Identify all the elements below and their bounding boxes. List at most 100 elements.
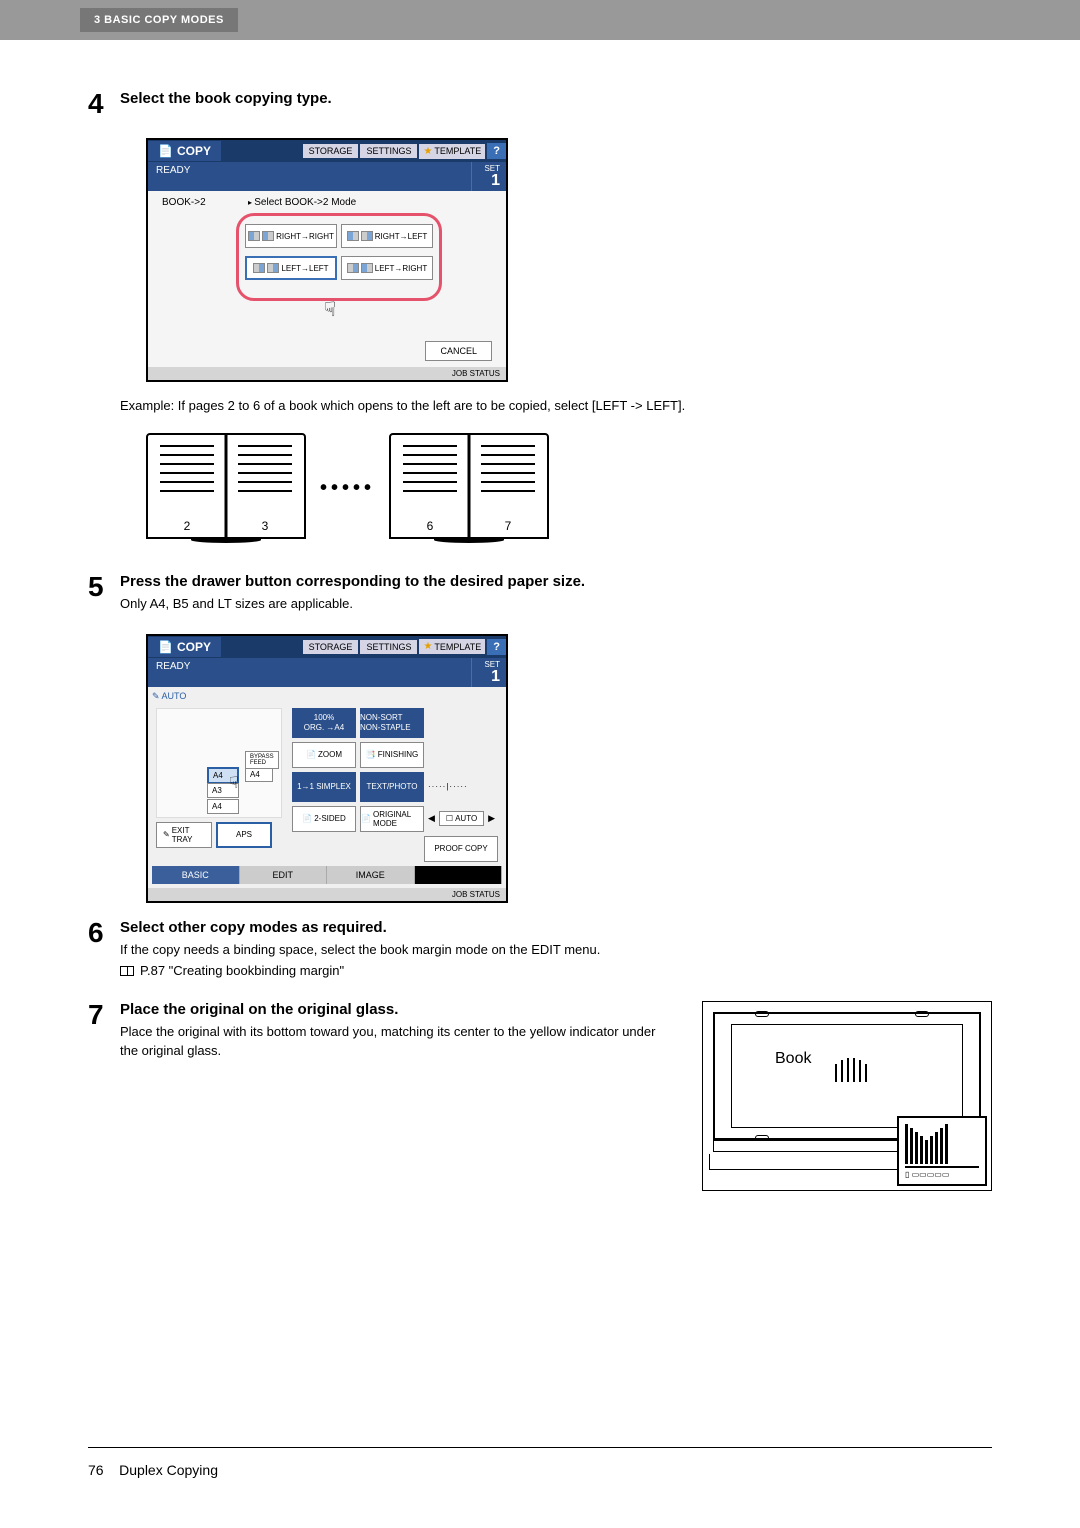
- step-4-number: 4: [88, 90, 120, 118]
- footer: 76 Duplex Copying: [88, 1462, 218, 1478]
- left-left-label: LEFT→LEFT: [281, 264, 328, 273]
- help-button[interactable]: ?: [487, 639, 506, 655]
- step-5-number: 5: [88, 573, 120, 614]
- template-button[interactable]: ★TEMPLATE: [419, 144, 485, 159]
- tab-edit[interactable]: EDIT: [240, 866, 328, 884]
- star-icon: ★: [423, 641, 432, 652]
- copy-tab-label: COPY: [177, 144, 211, 158]
- printer-diagram: A4 A3 A4 A4 BYPASS FEED ☟: [156, 708, 282, 818]
- step-4: 4 Select the book copying type.: [88, 90, 992, 118]
- copy-icon: 📄: [158, 640, 173, 654]
- right-right-button[interactable]: RIGHT→RIGHT: [245, 224, 337, 248]
- mode-highlight: RIGHT→RIGHT RIGHT→LEFT LEFT→LEFT LEFT→RI…: [236, 213, 442, 301]
- help-button[interactable]: ?: [487, 143, 506, 159]
- page-number: 76: [88, 1462, 104, 1478]
- set-counter: SET 1: [471, 658, 506, 687]
- ellipsis-icon: •••••: [320, 477, 375, 500]
- copy-tab[interactable]: 📄 COPY: [148, 141, 221, 161]
- example-text: Example: If pages 2 to 6 of a book which…: [120, 398, 992, 413]
- cancel-button[interactable]: CANCEL: [425, 341, 492, 361]
- copy-icon: 📄: [158, 144, 173, 158]
- two-sided-button[interactable]: 📄 2-SIDED: [292, 806, 356, 832]
- storage-button[interactable]: STORAGE: [303, 640, 359, 654]
- set-number: 1: [478, 173, 500, 189]
- copy-panel-2: 📄 COPY STORAGE SETTINGS ★TEMPLATE ? READ…: [146, 634, 508, 903]
- step-7-title: Place the original on the original glass…: [120, 1001, 672, 1018]
- original-glass-diagram: Book: [702, 1001, 992, 1191]
- cursor-hand-icon: ☟: [324, 297, 336, 322]
- drawer-a4r-button[interactable]: A4: [245, 767, 273, 782]
- aps-button[interactable]: APS: [216, 822, 272, 848]
- step-6-ref-text: P.87 "Creating bookbinding margin": [140, 961, 344, 981]
- simplex-info-tile: 1→1 SIMPLEX: [292, 772, 356, 802]
- mode-label: BOOK->2: [162, 197, 206, 208]
- job-status-button[interactable]: JOB STATUS: [148, 888, 506, 901]
- book-icon: [361, 231, 373, 241]
- tab-basic[interactable]: BASIC: [152, 866, 240, 884]
- left-right-button[interactable]: LEFT→RIGHT: [341, 256, 433, 280]
- job-status-button[interactable]: JOB STATUS: [148, 367, 506, 380]
- drawer-a4b-button[interactable]: A4: [207, 799, 239, 814]
- zoom-info-tile: 100%ORG. →A4: [292, 708, 356, 738]
- template-label: TEMPLATE: [434, 642, 481, 652]
- chapter-label: 3 BASIC COPY MODES: [80, 8, 238, 32]
- arrow-left-icon[interactable]: ◀: [428, 813, 435, 824]
- storage-button[interactable]: STORAGE: [303, 144, 359, 158]
- book-diagram: 2 3 ••••• 6: [146, 433, 992, 543]
- step-5-title: Press the drawer button corresponding to…: [120, 573, 992, 590]
- auto-density-button[interactable]: ☐ AUTO: [439, 811, 484, 826]
- proof-copy-button[interactable]: PROOF COPY: [424, 836, 498, 862]
- book-icon: [347, 231, 359, 241]
- step-6-subtext: If the copy needs a binding space, selec…: [120, 940, 992, 960]
- finishing-button[interactable]: 📑 FINISHING: [360, 742, 424, 768]
- star-icon: ★: [423, 146, 432, 157]
- book-icon: [361, 263, 373, 273]
- step-5: 5 Press the drawer button corresponding …: [88, 573, 992, 614]
- right-left-label: RIGHT→LEFT: [375, 232, 427, 241]
- tab-image[interactable]: IMAGE: [327, 866, 415, 884]
- step-7-number: 7: [88, 1001, 120, 1191]
- footer-divider: [88, 1447, 992, 1448]
- density-track: ·····|·····: [428, 782, 468, 791]
- step-7: 7 Place the original on the original gla…: [88, 1001, 992, 1191]
- zoom-button[interactable]: 📄 ZOOM: [292, 742, 356, 768]
- right-left-button[interactable]: RIGHT→LEFT: [341, 224, 433, 248]
- template-button[interactable]: ★TEMPLATE: [419, 639, 485, 654]
- sort-info-tile: NON-SORT NON-STAPLE: [360, 708, 424, 738]
- step-6-reference: P.87 "Creating bookbinding margin": [120, 961, 992, 981]
- step-4-title: Select the book copying type.: [120, 90, 992, 107]
- arrow-right-icon[interactable]: ▶: [488, 813, 495, 824]
- page-number: 2: [160, 519, 214, 533]
- step-6-number: 6: [88, 919, 120, 981]
- mode-prompt: Select BOOK->2 Mode: [248, 197, 356, 208]
- left-left-button[interactable]: LEFT→LEFT: [245, 256, 337, 280]
- book-ref-icon: [120, 966, 134, 976]
- auto-color-label: ✎ AUTO: [152, 691, 502, 702]
- copy-tab[interactable]: 📄 COPY: [148, 637, 221, 657]
- book-icon: [248, 231, 260, 241]
- textphoto-info-tile: TEXT/PHOTO: [360, 772, 424, 802]
- step-7-subtext: Place the original with its bottom towar…: [120, 1022, 672, 1061]
- header-bar: 3 BASIC COPY MODES: [0, 0, 1080, 40]
- exit-tray-button[interactable]: ✎ EXIT TRAY: [156, 822, 212, 848]
- tab-empty: [415, 866, 503, 884]
- book-icon: [262, 231, 274, 241]
- book-placement-label: Book: [775, 1050, 811, 1068]
- page-number: 7: [481, 519, 535, 533]
- step-5-subtext: Only A4, B5 and LT sizes are applicable.: [120, 594, 992, 614]
- set-number: 1: [478, 669, 500, 685]
- zoom-detail: ▯ ▭▭▭▭▭: [897, 1116, 987, 1186]
- bypass-feed-button[interactable]: BYPASS FEED: [245, 751, 279, 769]
- settings-button[interactable]: SETTINGS: [360, 640, 417, 654]
- book-icon: [267, 263, 279, 273]
- settings-button[interactable]: SETTINGS: [360, 144, 417, 158]
- section-title: Duplex Copying: [119, 1462, 218, 1478]
- right-right-label: RIGHT→RIGHT: [276, 232, 334, 241]
- copy-tab-label: COPY: [177, 640, 211, 654]
- step-6: 6 Select other copy modes as required. I…: [88, 919, 992, 981]
- step-6-title: Select other copy modes as required.: [120, 919, 992, 936]
- book-icon: [347, 263, 359, 273]
- page-number: 3: [238, 519, 292, 533]
- left-right-label: LEFT→RIGHT: [375, 264, 427, 273]
- original-mode-button[interactable]: 📄 ORIGINAL MODE: [360, 806, 424, 832]
